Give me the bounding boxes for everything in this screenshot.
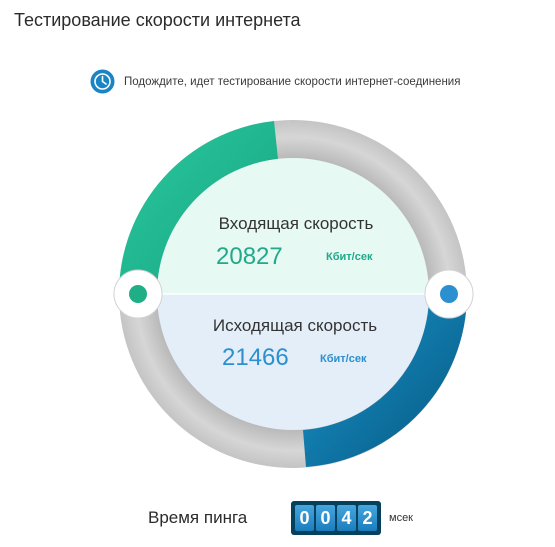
ping-unit: мсек — [389, 512, 413, 524]
ping-counter: 0 0 4 2 — [291, 501, 381, 535]
download-knob — [113, 269, 163, 319]
ping-digit: 4 — [337, 505, 356, 531]
ping-digit: 2 — [358, 505, 377, 531]
ping-digit: 0 — [295, 505, 314, 531]
speed-gauge: Входящая скорость 20827 Кбит/сек Исходящ… — [0, 0, 555, 547]
ping-label: Время пинга — [148, 508, 248, 527]
upload-speed-value: 21466 — [222, 344, 289, 371]
upload-speed-label: Исходящая скорость — [212, 316, 378, 335]
download-speed-label: Входящая скорость — [218, 214, 374, 233]
ping-digit: 0 — [316, 505, 335, 531]
download-speed-value: 20827 — [216, 243, 283, 270]
upload-knob — [424, 269, 474, 319]
upload-speed-unit: Кбит/сек — [320, 353, 367, 365]
download-speed-unit: Кбит/сек — [326, 251, 373, 263]
